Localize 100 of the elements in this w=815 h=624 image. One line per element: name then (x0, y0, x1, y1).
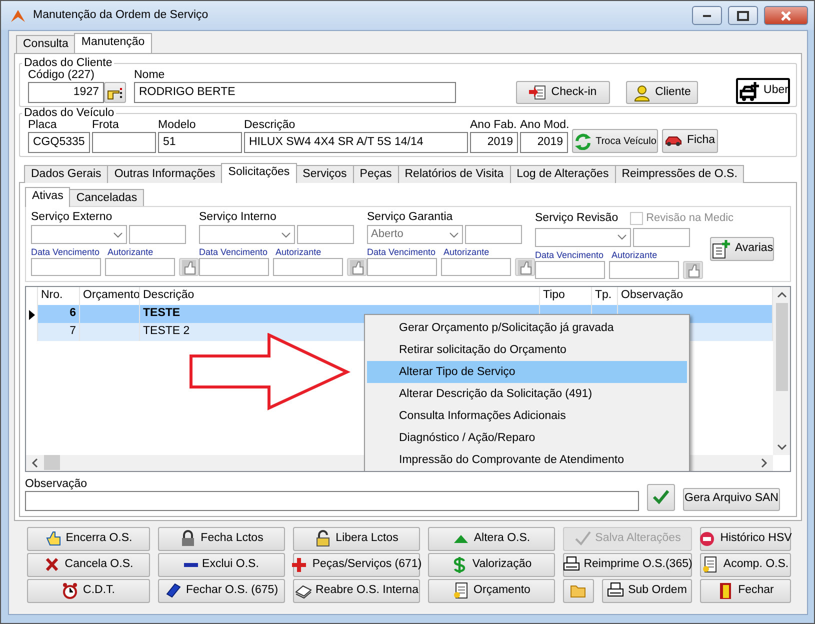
text-field[interactable] (105, 258, 176, 276)
field-label: Data Vencimento (535, 248, 604, 260)
lookup-button[interactable] (104, 82, 126, 103)
text-field[interactable] (441, 258, 512, 276)
generate-file-button[interactable]: Gera Arquivo SAN (683, 488, 780, 510)
button[interactable]: Reimprime O.S.(365) (563, 553, 692, 577)
text-field[interactable]: CGQ5335 (28, 132, 90, 153)
text-field[interactable] (129, 225, 186, 244)
field-label: Autorizante (108, 246, 154, 258)
field-label: Nome (134, 68, 166, 82)
tab[interactable]: Dados Gerais (24, 165, 108, 183)
button[interactable]: Fechar (700, 579, 791, 603)
thumbs-up-icon (181, 259, 198, 275)
button[interactable]: Altera O.S. (428, 527, 555, 551)
button[interactable]: Orçamento (428, 579, 555, 603)
chevron-down-icon (449, 230, 459, 238)
button[interactable]: Sub Ordem (602, 579, 692, 603)
maximize-icon (736, 10, 750, 22)
record-button[interactable]: Ficha (662, 129, 718, 153)
scroll-left-icon (30, 456, 40, 468)
date-field[interactable] (199, 258, 270, 276)
pointing-hand-icon (107, 86, 123, 100)
text-field[interactable] (92, 132, 156, 153)
date-field[interactable] (31, 258, 102, 276)
button[interactable]: Fechar O.S. (675) (158, 579, 285, 603)
field-label: Data Vencimento (31, 246, 100, 258)
scrollbar-thumb[interactable] (44, 455, 60, 470)
folder-button[interactable] (563, 579, 594, 603)
check-in-button[interactable]: Check-in (516, 81, 610, 104)
button[interactable]: Valorização (428, 553, 555, 577)
tab[interactable]: Ativas (25, 187, 70, 207)
button[interactable]: Libera Lctos (293, 527, 420, 551)
text-field[interactable] (465, 225, 522, 244)
close-button[interactable] (764, 6, 808, 25)
maximize-button[interactable] (728, 6, 758, 25)
button[interactable]: Acomp. O.S. (700, 553, 791, 577)
scrollbar-thumb[interactable] (776, 302, 788, 390)
menu-item[interactable]: Diagnóstico / Ação/Reparo (367, 426, 687, 448)
tab[interactable]: Peças (352, 165, 399, 183)
date-field[interactable] (367, 258, 438, 276)
field-label: Código (227) (28, 68, 96, 82)
tab[interactable]: Serviços (296, 165, 354, 183)
field-label: Autorizante (612, 248, 658, 260)
dropdown[interactable]: Aberto (367, 225, 463, 244)
section-title: Dados do Veículo (23, 107, 116, 120)
minimize-button[interactable] (692, 6, 722, 25)
cross-icon (44, 556, 61, 574)
text-field[interactable] (297, 225, 354, 244)
row-pointer-icon (28, 309, 36, 322)
text-field[interactable] (633, 228, 690, 246)
text-field[interactable]: HILUX SW4 4X4 SR A/T 5S 14/14 (244, 132, 468, 153)
text-field[interactable]: 51 (158, 132, 242, 153)
tab[interactable]: Manutenção (74, 33, 152, 53)
client-button[interactable]: Cliente (626, 81, 698, 104)
button[interactable]: Histórico HSV (700, 527, 791, 551)
alarm-clock-icon (62, 582, 80, 600)
button[interactable]: Reabre O.S. Interna (293, 579, 420, 603)
menu-item[interactable]: Alterar Descrição da Solicitação (491) (367, 382, 687, 404)
check-icon (574, 530, 592, 548)
car-plus-icon (738, 81, 760, 101)
text-field[interactable] (609, 260, 680, 278)
field-label: Serviço Interno (199, 210, 276, 224)
code-field[interactable]: 1927 (28, 82, 104, 103)
change-vehicle-button[interactable]: Troca Veículo (572, 129, 658, 153)
tab[interactable]: Outras Informações (107, 165, 222, 183)
tab[interactable]: Consulta (16, 35, 76, 53)
button[interactable]: C.D.T. (27, 579, 150, 603)
tab[interactable]: Log de Alterações (510, 165, 616, 183)
dropdown[interactable] (199, 225, 295, 244)
field-label: Ano Mod. (520, 118, 568, 132)
window-title: Manutenção da Ordem de Serviço (33, 8, 210, 23)
field-label: Autorizante (444, 246, 490, 258)
tab[interactable]: Solicitações (221, 163, 297, 183)
uber-button[interactable]: Uber (736, 78, 790, 104)
name-field[interactable]: RODRIGO BERTE (134, 82, 456, 103)
button[interactable]: Fecha Lctos (158, 527, 285, 551)
tab[interactable]: Relatórios de Visita (398, 165, 511, 183)
button[interactable]: Encerra O.S. (27, 527, 150, 551)
dropdown[interactable] (31, 225, 127, 244)
button[interactable]: Peças/Serviços (671) (293, 553, 420, 577)
menu-item[interactable]: Consulta Informações Adicionais (367, 404, 687, 426)
document-icon (702, 556, 720, 574)
confirm-button[interactable] (647, 484, 675, 510)
date-field[interactable] (535, 260, 606, 278)
menu-item[interactable]: Alterar Tipo de Serviço (367, 360, 687, 382)
field-label: Serviço Garantia (367, 210, 453, 224)
button[interactable]: Cancela O.S. (27, 553, 150, 577)
text-field[interactable]: 2019 (470, 132, 518, 153)
tab[interactable]: Reimpressões de O.S. (614, 165, 744, 183)
menu-item[interactable]: Impressão do Comprovante de Atendimento (367, 448, 687, 470)
text-field[interactable] (273, 258, 344, 276)
refresh-icon (574, 132, 592, 150)
button[interactable]: Exclui O.S. (158, 553, 285, 577)
text-field[interactable]: 2019 (520, 132, 568, 153)
menu-item[interactable]: Retirar solicitação do Orçamento (367, 338, 687, 360)
tab[interactable]: Canceladas (69, 189, 144, 207)
book-icon (164, 582, 182, 600)
observation-field[interactable] (25, 490, 639, 510)
damage-button[interactable]: Avarias (710, 237, 774, 261)
dropdown[interactable] (535, 228, 631, 246)
